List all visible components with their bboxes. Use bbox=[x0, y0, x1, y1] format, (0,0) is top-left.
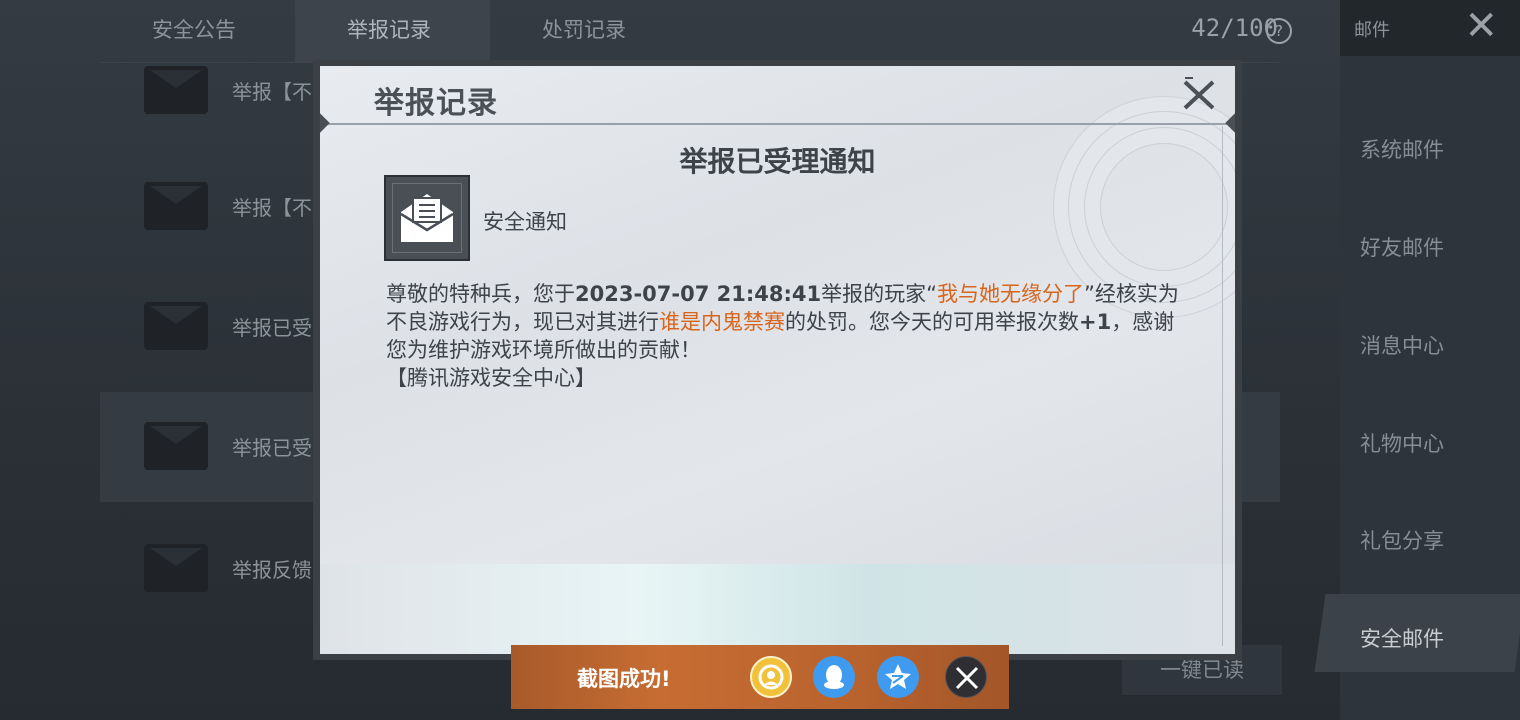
close-icon[interactable] bbox=[1179, 74, 1219, 114]
list-item-label: 举报已受 bbox=[232, 316, 312, 340]
envelope-icon bbox=[144, 422, 208, 470]
divider bbox=[1222, 126, 1223, 646]
close-icon[interactable]: ✕ bbox=[1464, 6, 1498, 46]
report-record-dialog: 举报记录 举报已受理通知 安全通知 尊敬的特种兵，您于2023-07-07 21… bbox=[320, 66, 1235, 654]
signature: 【腾讯游戏安全中心】 bbox=[386, 366, 596, 390]
mail-header: 邮件 ✕ bbox=[1340, 0, 1520, 56]
list-item-label: 举报【不 bbox=[232, 196, 312, 220]
wangzhe-icon[interactable] bbox=[750, 656, 792, 698]
sidebar-item-system-mail[interactable]: 系统邮件 bbox=[1360, 134, 1444, 164]
sidebar-item-security-mail[interactable]: 安全邮件 bbox=[1360, 623, 1444, 653]
envelope-icon bbox=[144, 182, 208, 230]
report-count-bonus: +1 bbox=[1079, 310, 1112, 334]
sidebar-item-gift-share[interactable]: 礼包分享 bbox=[1360, 525, 1444, 555]
body-text: 举报的玩家“ bbox=[821, 282, 937, 306]
qzone-icon[interactable] bbox=[877, 656, 919, 698]
screenshot-toast: 截图成功! bbox=[511, 645, 1009, 709]
penalty-type: 谁是内鬼禁赛 bbox=[659, 310, 785, 334]
list-item-label: 举报【不 bbox=[232, 80, 312, 104]
sidebar-item-gift-center[interactable]: 礼物中心 bbox=[1360, 428, 1444, 458]
mail-sidebar: 系统邮件 好友邮件 消息中心 礼物中心 礼包分享 安全邮件 bbox=[1314, 0, 1520, 720]
mail-title: 邮件 bbox=[1354, 20, 1390, 41]
toast-message: 截图成功! bbox=[577, 667, 671, 691]
envelope-icon bbox=[144, 302, 208, 350]
notice-heading: 举报已受理通知 bbox=[679, 145, 876, 178]
close-icon[interactable] bbox=[945, 656, 987, 698]
envelope-icon bbox=[144, 544, 208, 592]
divider-ornament bbox=[320, 110, 330, 136]
sidebar-item-friend-mail[interactable]: 好友邮件 bbox=[1360, 232, 1444, 262]
body-text: 的处罚。您今天的可用举报次数 bbox=[785, 310, 1079, 334]
notice-body: 尊敬的特种兵，您于2023-07-07 21:48:41举报的玩家“我与她无缘分… bbox=[386, 280, 1186, 392]
envelope-icon bbox=[144, 66, 208, 114]
list-item-label: 举报已受 bbox=[232, 436, 312, 460]
report-datetime: 2023-07-07 21:48:41 bbox=[575, 282, 822, 306]
body-text: 尊敬的特种兵，您于 bbox=[386, 282, 575, 306]
divider bbox=[320, 123, 1235, 125]
list-item-label: 举报反馈 bbox=[232, 558, 312, 582]
mail-open-icon bbox=[384, 175, 470, 261]
reported-player-name: 我与她无缘分了 bbox=[937, 282, 1084, 306]
sidebar-item-message-center[interactable]: 消息中心 bbox=[1360, 330, 1444, 360]
sender-label: 安全通知 bbox=[483, 210, 567, 234]
dialog-title: 举报记录 bbox=[374, 86, 498, 121]
qq-icon[interactable] bbox=[813, 656, 855, 698]
dialog-bottom-decoration bbox=[320, 564, 1235, 654]
